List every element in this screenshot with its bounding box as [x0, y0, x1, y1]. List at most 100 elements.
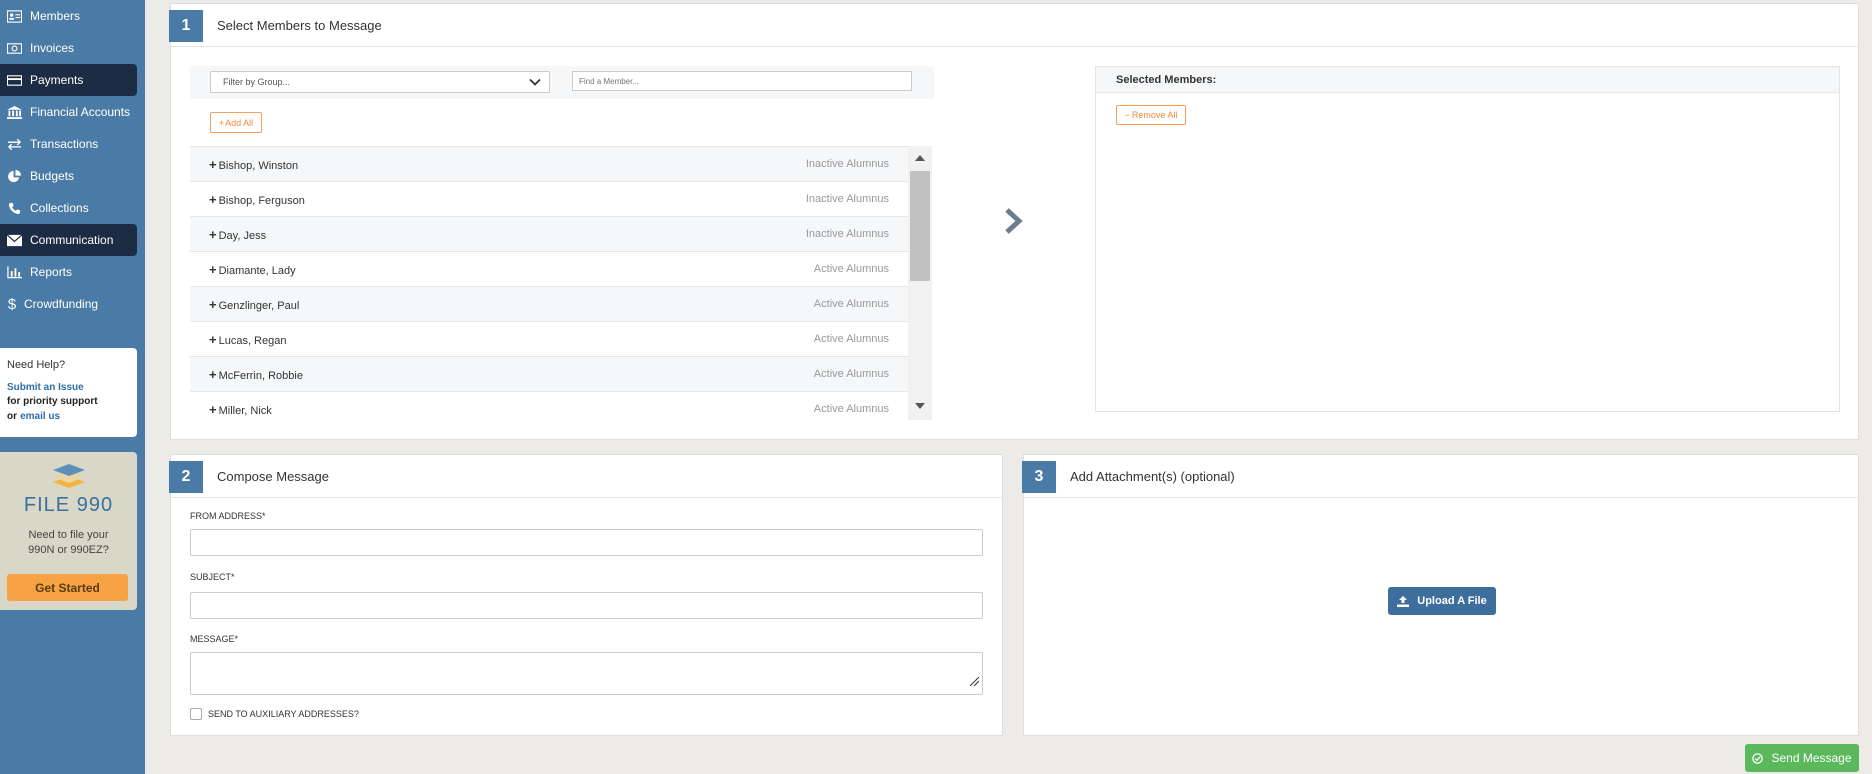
nav-item-financial-accounts[interactable]: Financial Accounts: [0, 96, 137, 128]
nav-label-collections: Collections: [30, 201, 89, 215]
nav-label-crowdfunding: Crowdfunding: [24, 297, 99, 311]
member-row[interactable]: + Genzlinger, Paul Active Alumnus: [190, 287, 908, 322]
member-status: Active Alumnus: [813, 403, 889, 415]
submit-issue-link[interactable]: Submit an Issue: [7, 382, 84, 393]
help-title: Need Help?: [7, 359, 66, 371]
chevron-right-icon[interactable]: [1000, 206, 1028, 241]
divider: [171, 497, 1002, 498]
add-all-label: Add All: [225, 117, 254, 128]
scroll-up-arrow-icon[interactable]: [915, 155, 925, 161]
sidebar: Members Invoices Payments Financial Acco…: [0, 0, 145, 774]
message-textarea[interactable]: [190, 652, 983, 695]
nav-item-budgets[interactable]: Budgets: [0, 160, 137, 192]
member-status: Inactive Alumnus: [805, 228, 889, 240]
filter-select-value: Filter by Group...: [223, 77, 291, 87]
member-row[interactable]: + Diamante, Lady Active Alumnus: [190, 252, 908, 287]
step-number-badge: 3: [1022, 461, 1056, 493]
nav-label-reports: Reports: [30, 265, 73, 279]
minus-icon: −: [1124, 110, 1130, 120]
bar-chart-icon: [6, 264, 22, 280]
subject-field[interactable]: [190, 592, 983, 619]
step-number-badge: 1: [169, 10, 203, 42]
filter-bar: Filter by Group...: [190, 66, 934, 99]
nav-label-members: Members: [30, 9, 81, 23]
plus-icon: +: [209, 191, 217, 207]
member-status: Inactive Alumnus: [805, 193, 889, 205]
filter-by-group-select[interactable]: Filter by Group...: [210, 71, 550, 93]
member-row[interactable]: + Miller, Nick Active Alumnus: [190, 392, 908, 420]
nav-item-collections[interactable]: Collections: [0, 192, 137, 224]
member-list-scrollbar[interactable]: [908, 146, 932, 420]
remove-all-button[interactable]: − Remove All: [1116, 105, 1186, 125]
subject-label: SUBJECT*: [190, 572, 235, 582]
member-name: Miller, Nick: [218, 404, 272, 417]
nav-item-crowdfunding[interactable]: $ Crowdfunding: [0, 288, 137, 320]
step-number-badge: 2: [169, 461, 203, 493]
chevron-down-icon: [529, 76, 541, 90]
member-list: + Bishop, Winston Inactive Alumnus + Bisho…: [190, 146, 908, 420]
exchange-icon: [6, 136, 22, 152]
nav-item-members[interactable]: Members: [0, 0, 137, 32]
scroll-down-arrow-icon[interactable]: [915, 403, 925, 409]
member-status: Active Alumnus: [813, 368, 889, 380]
member-row[interactable]: + McFerrin, Robbie Active Alumnus: [190, 357, 908, 392]
member-row[interactable]: + Day, Jess Inactive Alumnus: [190, 217, 908, 252]
send-message-button[interactable]: Send Message: [1745, 744, 1859, 772]
member-status: Active Alumnus: [813, 263, 889, 275]
upload-icon: [1397, 595, 1410, 607]
money-icon: [6, 40, 22, 56]
member-row[interactable]: + Bishop, Ferguson Inactive Alumnus: [190, 182, 908, 217]
plus-icon: +: [209, 366, 217, 382]
resize-handle-icon[interactable]: [969, 673, 980, 691]
nav-label-financial-accounts: Financial Accounts: [30, 105, 131, 119]
email-us-link[interactable]: email us: [20, 411, 60, 422]
priority-support-text: for priority support: [7, 396, 98, 407]
nav-item-reports[interactable]: Reports: [0, 256, 137, 288]
dollar-icon: $: [7, 295, 17, 313]
divider: [171, 46, 1858, 47]
envelope-icon: [6, 232, 22, 248]
member-name: Genzlinger, Paul: [218, 299, 300, 312]
from-address-label: FROM ADDRESS*: [190, 511, 266, 521]
member-name: Bishop, Winston: [218, 159, 299, 172]
nav-item-transactions[interactable]: Transactions: [0, 128, 137, 160]
member-status: Inactive Alumnus: [805, 158, 889, 170]
remove-all-label: Remove All: [1131, 110, 1178, 120]
member-row[interactable]: + Bishop, Winston Inactive Alumnus: [190, 147, 908, 182]
layers-icon: [52, 462, 86, 497]
message-label: MESSAGE*: [190, 634, 239, 644]
upload-file-button[interactable]: Upload A File: [1388, 587, 1496, 615]
member-name: Bishop, Ferguson: [218, 194, 305, 207]
promo-title: FILE 990: [23, 494, 114, 516]
from-address-field[interactable]: [190, 529, 983, 556]
or-text: or: [7, 411, 17, 422]
plus-icon: +: [209, 331, 217, 347]
plus-icon: +: [209, 296, 217, 312]
nav-label-payments: Payments: [30, 73, 84, 87]
plus-icon: +: [209, 156, 217, 172]
help-box: Need Help? Submit an Issue for priority …: [0, 348, 137, 437]
nav-item-communication[interactable]: Communication: [0, 224, 137, 256]
member-status: Active Alumnus: [813, 333, 889, 345]
nav-item-invoices[interactable]: Invoices: [0, 32, 137, 64]
check-circle-icon: [1752, 752, 1764, 764]
get-started-button[interactable]: Get Started: [7, 574, 128, 601]
promo-desc-line1: Need to file your: [28, 529, 109, 541]
member-name: Day, Jess: [218, 229, 267, 242]
nav-item-payments[interactable]: Payments: [0, 64, 137, 96]
member-name: Lucas, Regan: [218, 334, 287, 347]
find-member-input[interactable]: [572, 71, 912, 91]
phone-icon: [6, 200, 22, 216]
bank-icon: [6, 104, 22, 120]
plus-icon: +: [218, 117, 225, 128]
plus-icon: +: [209, 261, 217, 277]
nav-label-transactions: Transactions: [30, 137, 99, 151]
auxiliary-addresses-checkbox[interactable]: [190, 708, 202, 720]
promo-description: Need to file your 990N or 990EZ?: [0, 528, 137, 558]
upload-file-label: Upload A File: [1417, 595, 1487, 607]
scrollbar-thumb[interactable]: [910, 171, 930, 281]
plus-icon: +: [209, 401, 217, 417]
auxiliary-addresses-label: SEND TO AUXILIARY ADDRESSES?: [208, 709, 359, 719]
member-row[interactable]: + Lucas, Regan Active Alumnus: [190, 322, 908, 357]
add-all-button[interactable]: + Add All: [210, 112, 262, 133]
